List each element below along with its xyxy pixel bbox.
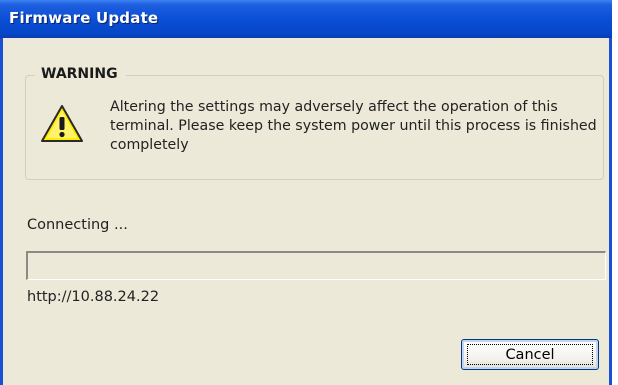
window-title: Firmware Update xyxy=(9,9,159,27)
cancel-button[interactable]: Cancel xyxy=(461,339,599,370)
status-text: Connecting ... xyxy=(27,217,128,233)
connection-url: http://10.88.24.22 xyxy=(27,289,160,305)
progress-bar xyxy=(26,251,606,280)
title-bar[interactable]: Firmware Update xyxy=(0,0,612,38)
cancel-button-label: Cancel xyxy=(467,344,593,365)
warning-heading: WARNING xyxy=(35,64,126,84)
warning-message: Altering the settings may adversely affe… xyxy=(110,99,597,153)
firmware-update-dialog: Firmware Update WARNING Altering the set… xyxy=(0,0,612,385)
warning-icon xyxy=(41,105,83,142)
